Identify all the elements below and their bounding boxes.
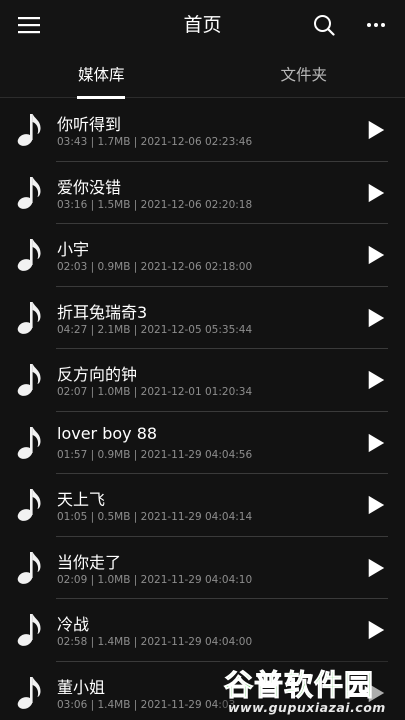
song-row[interactable]: 冷战 02:58 | 1.4MB | 2021-11-29 04:04:00 [0, 599, 405, 662]
song-title: 董小姐 [57, 677, 106, 697]
watermark: 谷普软件园 www.gupuxiazai.com [220, 658, 405, 720]
song-meta: 03:16 | 1.5MB | 2021-12-06 02:20:18 [57, 198, 253, 211]
song-title: 折耳兔瑞奇3 [57, 302, 148, 322]
play-icon [366, 619, 386, 641]
song-title: 天上飞 [57, 490, 106, 509]
music-note-icon [16, 611, 46, 647]
song-title: 冷战 [57, 615, 90, 634]
song-meta: 03:06 | 1.4MB | 2021-11-29 04:03 [57, 698, 236, 711]
song-meta: 02:09 | 1.0MB | 2021-11-29 04:04:10 [57, 573, 253, 586]
music-note-icon [16, 299, 46, 335]
song-row[interactable]: 爱你没错 03:16 | 1.5MB | 2021-12-06 02:20:18 [0, 162, 405, 225]
song-title: lover boy 88 [57, 423, 158, 443]
play-button[interactable] [365, 243, 387, 267]
music-note-icon [16, 174, 46, 210]
music-note-icon [16, 674, 46, 710]
play-icon [366, 244, 386, 266]
tab-bar: 媒体库 文件夹 [0, 50, 405, 99]
song-row[interactable]: 反方向的钟 02:07 | 1.0MB | 2021-12-01 01:20:34 [0, 349, 405, 412]
song-row[interactable]: lover boy 88 01:57 | 0.9MB | 2021-11-29 0… [0, 412, 405, 475]
song-row[interactable]: 你听得到 03:43 | 1.7MB | 2021-12-06 02:23:46 [0, 99, 405, 162]
music-note-icon [16, 361, 46, 397]
tab-media-library[interactable]: 媒体库 [0, 50, 203, 99]
play-icon [366, 119, 386, 141]
song-row[interactable]: 折耳兔瑞奇3 04:27 | 2.1MB | 2021-12-05 05:35:4… [0, 287, 405, 350]
music-note-icon [16, 111, 46, 147]
song-row[interactable]: 小宇 02:03 | 0.9MB | 2021-12-06 02:18:00 [0, 224, 405, 287]
play-button[interactable] [365, 556, 387, 580]
app-root: 首页 媒体库 文件夹 你听得到 03:43 | 1.7MB | 2021-12-0… [0, 0, 405, 720]
song-title: 爱你没错 [57, 177, 122, 197]
song-meta: 01:57 | 0.9MB | 2021-11-29 04:04:56 [57, 448, 253, 461]
tab-label: 文件夹 [280, 66, 327, 84]
song-title: 反方向的钟 [57, 365, 138, 384]
more-icon [367, 23, 385, 27]
play-icon [366, 494, 386, 516]
play-button[interactable] [365, 181, 387, 205]
more-button[interactable] [351, 0, 401, 50]
play-button[interactable] [365, 431, 387, 455]
song-title: 小宇 [57, 240, 90, 259]
play-icon [366, 307, 386, 329]
play-button[interactable] [365, 118, 387, 142]
music-note-icon [16, 236, 46, 272]
tab-folders[interactable]: 文件夹 [203, 50, 405, 98]
music-note-icon [16, 486, 46, 522]
song-meta: 04:27 | 2.1MB | 2021-12-05 05:35:44 [57, 323, 253, 336]
song-title: 你听得到 [57, 115, 122, 134]
app-header: 首页 [0, 0, 405, 50]
play-icon [366, 557, 386, 579]
music-note-icon [16, 424, 46, 460]
watermark-logo: 谷普软件园 [223, 668, 375, 703]
music-note-icon [16, 549, 46, 585]
search-icon [314, 15, 335, 36]
search-button[interactable] [299, 0, 349, 50]
watermark-url: www.gupuxiazai.com [228, 700, 386, 715]
play-button[interactable] [365, 493, 387, 517]
song-meta: 02:58 | 1.4MB | 2021-11-29 04:04:00 [57, 636, 253, 648]
play-icon [366, 182, 386, 204]
menu-icon [18, 17, 40, 34]
play-icon [366, 432, 386, 454]
song-meta: 01:05 | 0.5MB | 2021-11-29 04:04:14 [57, 511, 253, 523]
tab-label: 媒体库 [77, 66, 125, 84]
play-button[interactable] [365, 306, 387, 330]
song-row[interactable]: 当你走了 02:09 | 1.0MB | 2021-11-29 04:04:10 [0, 537, 405, 600]
play-button[interactable] [365, 368, 387, 392]
play-button[interactable] [365, 618, 387, 642]
menu-button[interactable] [4, 0, 54, 50]
song-meta: 02:07 | 1.0MB | 2021-12-01 01:20:34 [57, 386, 253, 398]
song-list: 你听得到 03:43 | 1.7MB | 2021-12-06 02:23:46 爱… [0, 99, 405, 720]
song-title: 当你走了 [57, 552, 122, 572]
song-meta: 03:43 | 1.7MB | 2021-12-06 02:23:46 [57, 136, 253, 148]
song-row[interactable]: 天上飞 01:05 | 0.5MB | 2021-11-29 04:04:14 [0, 474, 405, 537]
play-icon [366, 369, 386, 391]
song-meta: 02:03 | 0.9MB | 2021-12-06 02:18:00 [57, 261, 253, 273]
